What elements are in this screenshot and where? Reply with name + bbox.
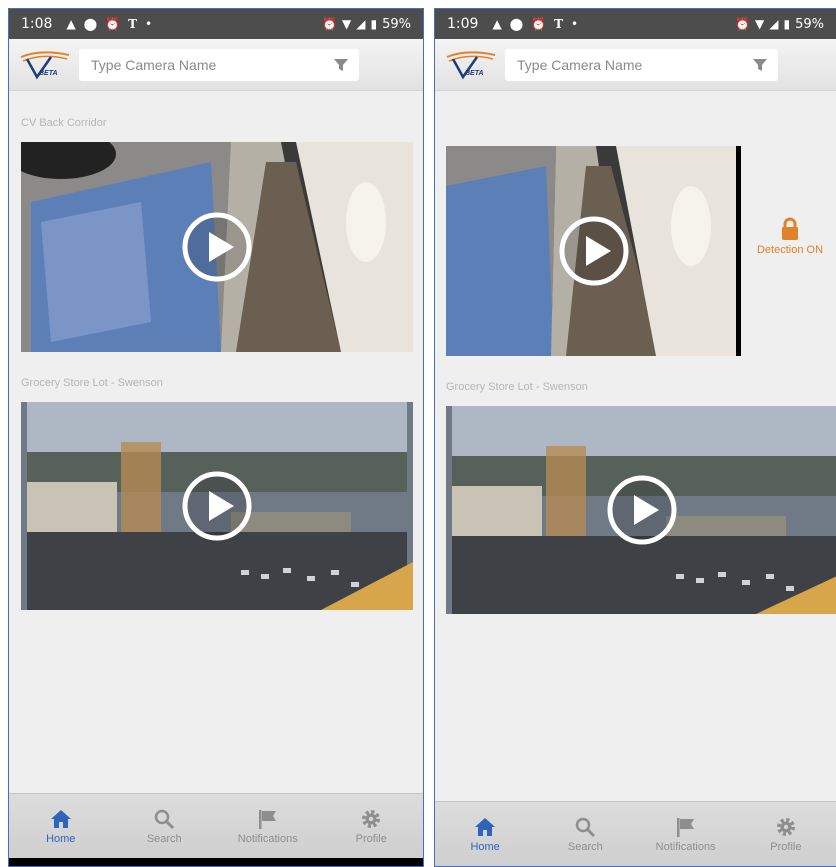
app-header: BETA <box>435 39 836 91</box>
nav-notifications[interactable]: Notifications <box>216 794 320 858</box>
search-box[interactable] <box>79 48 359 81</box>
gear-icon <box>776 817 795 836</box>
alarm-icon: ⏰ <box>531 17 547 31</box>
wifi-icon: ▼ <box>342 17 352 31</box>
search-box[interactable] <box>505 48 778 81</box>
app-notification-icon: ⬤ <box>509 17 524 31</box>
camera-feed-parking-lot[interactable] <box>21 402 413 610</box>
signal-icon: ◢ <box>356 17 366 31</box>
logo-beta-text: BETA <box>39 69 58 77</box>
camera-feed-corridor[interactable] <box>21 142 413 352</box>
bottom-navigation: Home Search Notifications Profile <box>435 801 836 866</box>
nav-profile-label: Profile <box>355 832 387 845</box>
dot-icon: • <box>571 17 579 31</box>
nav-notifications[interactable]: Notifications <box>636 802 736 866</box>
alarm-icon: ⏰ <box>322 17 338 31</box>
nav-search-label: Search <box>146 832 182 845</box>
status-time: 1:08 <box>21 16 53 32</box>
signal-icon: ◢ <box>769 17 779 31</box>
detection-label: Detection ON <box>756 244 824 256</box>
camera-search-input[interactable] <box>89 55 333 74</box>
system-nav-bar <box>9 858 423 866</box>
play-button[interactable] <box>607 475 677 545</box>
nav-notifications-label: Notifications <box>237 832 298 845</box>
nav-search[interactable]: Search <box>113 794 217 858</box>
nav-search-label: Search <box>567 840 603 853</box>
camera-feed-parking-lot[interactable] <box>446 406 836 614</box>
nav-home[interactable]: Home <box>435 802 535 866</box>
play-button[interactable] <box>182 212 252 282</box>
status-bar: 1:08 ▲ ⬤ ⏰ T • ⏰ ▼ ◢ ▮ 59% <box>9 9 423 39</box>
navigation-icon: ▲ <box>66 17 76 31</box>
app-logo: BETA <box>443 47 499 83</box>
app-header: BETA <box>9 39 423 91</box>
navigation-icon: ▲ <box>492 17 502 31</box>
filter-icon[interactable] <box>752 57 768 73</box>
play-button[interactable] <box>182 471 252 541</box>
logo-beta-text: BETA <box>465 69 484 77</box>
gear-icon <box>362 809 381 828</box>
camera-search-input[interactable] <box>515 55 752 74</box>
detection-status[interactable]: Detection ON <box>745 217 835 256</box>
news-icon: T <box>128 17 138 31</box>
nav-search[interactable]: Search <box>535 802 635 866</box>
battery-percent: 59% <box>795 16 824 32</box>
nav-home-label: Home <box>470 840 500 853</box>
app-logo: BETA <box>17 47 73 83</box>
bottom-navigation: Home Search Notifications Profile <box>9 793 423 858</box>
camera-label: CV Back Corridor <box>21 117 107 129</box>
status-time: 1:09 <box>447 16 479 32</box>
wifi-icon: ▼ <box>755 17 765 31</box>
phone-screen-right: 1:09 ▲ ⬤ ⏰ T • ⏰ ▼ ◢ ▮ 59% BETA Type Cam… <box>434 8 836 867</box>
app-notification-icon: ⬤ <box>83 17 98 31</box>
camera-label: Grocery Store Lot - Swenson <box>446 381 588 393</box>
nav-home[interactable]: Home <box>9 794 113 858</box>
alarm-icon: ⏰ <box>735 17 751 31</box>
nav-home-label: Home <box>46 832 76 845</box>
home-icon <box>50 809 71 828</box>
search-icon <box>576 817 596 837</box>
battery-percent: 59% <box>382 16 411 32</box>
lock-icon <box>782 217 798 240</box>
camera-label: Grocery Store Lot - Swenson <box>21 377 163 389</box>
flag-icon <box>676 817 694 837</box>
nav-profile[interactable]: Profile <box>736 802 836 866</box>
home-icon <box>475 817 496 836</box>
nav-profile-label: Profile <box>770 840 802 853</box>
nav-profile[interactable]: Profile <box>320 794 424 858</box>
play-button[interactable] <box>559 216 629 286</box>
search-icon <box>155 809 175 829</box>
flag-icon <box>258 809 276 829</box>
filter-icon[interactable] <box>333 57 349 73</box>
phone-screen-left: 1:08 ▲ ⬤ ⏰ T • ⏰ ▼ ◢ ▮ 59% BETA Type Cam… <box>8 8 424 867</box>
nav-notifications-label: Notifications <box>655 840 716 853</box>
battery-icon: ▮ <box>783 17 791 31</box>
alarm-icon: ⏰ <box>105 17 121 31</box>
dot-icon: • <box>145 17 153 31</box>
news-icon: T <box>554 17 564 31</box>
status-bar: 1:09 ▲ ⬤ ⏰ T • ⏰ ▼ ◢ ▮ 59% <box>435 9 836 39</box>
battery-icon: ▮ <box>370 17 378 31</box>
camera-feed-corridor[interactable] <box>446 146 741 356</box>
